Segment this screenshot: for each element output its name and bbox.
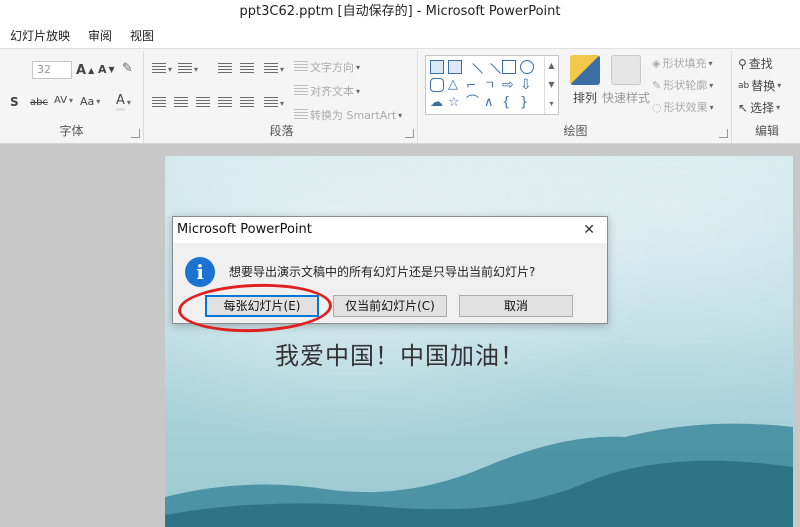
change-case-icon[interactable]: Aa ▾: [80, 95, 100, 108]
dialog-title: Microsoft PowerPoint: [177, 222, 312, 237]
triangle-shape-icon[interactable]: △: [448, 78, 462, 92]
align-text-button[interactable]: 对齐文本 ▾: [294, 83, 360, 99]
effects-icon: ◌: [652, 100, 662, 114]
replace-icon: ab: [738, 80, 750, 91]
font-group: 32 A ▲ A ▼ ✎ S abc AV ▾ Aa ▾ A ▾ 字体: [0, 51, 144, 143]
rounded-rect-shape-icon[interactable]: [430, 78, 444, 92]
rectangle-shape-icon[interactable]: [502, 60, 516, 74]
info-icon: i: [185, 257, 215, 287]
textbox-shape-icon[interactable]: [430, 60, 444, 74]
font-group-label: 字体: [59, 124, 84, 138]
align-right-icon[interactable]: [196, 97, 210, 109]
close-icon[interactable]: ✕: [583, 217, 595, 243]
elbow-connector-shape-icon[interactable]: ⌐: [466, 78, 480, 92]
cursor-icon: ↖: [738, 100, 749, 115]
current-slide-button[interactable]: 仅当前幻灯片(C): [333, 295, 447, 317]
pen-icon: ✎: [652, 78, 662, 92]
increase-indent-icon[interactable]: [240, 63, 254, 75]
bullets-icon[interactable]: ▾: [152, 63, 172, 75]
grow-font-icon[interactable]: A ▲: [76, 63, 94, 78]
arc-shape-icon[interactable]: ⌒: [466, 96, 480, 110]
replace-button[interactable]: ab 替换 ▾: [738, 77, 781, 94]
shapes-gallery[interactable]: △ ⌐ ㄱ ⇨ ⇩ ☁ ☆ ⌒ ∧ { } ▲ ▼ ▾: [425, 55, 559, 115]
export-dialog: Microsoft PowerPoint ✕ i 想要导出演示文稿中的所有幻灯片…: [172, 216, 608, 324]
font-color-icon[interactable]: A ▾: [116, 93, 131, 111]
editing-group-label: 编辑: [754, 124, 779, 138]
slide-editor-area: 我爱中国！中国加油！: [0, 144, 800, 527]
window-title: ppt3C62.pptm [自动保存的] - Microsoft PowerPo…: [0, 0, 800, 24]
vertical-textbox-shape-icon[interactable]: [448, 60, 462, 74]
paragraph-group: ▾ ▾ ▾ 文字方向 ▾ 对齐文本 ▾ 转换为 SmartArt ▾ ▾ 段落: [146, 51, 418, 143]
mountain-background-image: [165, 423, 793, 527]
every-slide-button[interactable]: 每张幻灯片(E): [205, 295, 319, 317]
decrease-indent-icon[interactable]: [218, 63, 232, 75]
paint-bucket-icon: ◈: [652, 56, 661, 70]
strikethrough-icon[interactable]: abc: [30, 97, 48, 108]
menu-review[interactable]: 审阅: [88, 24, 112, 48]
binoculars-icon: ⚲: [738, 56, 747, 71]
select-button[interactable]: ↖ 选择 ▾: [738, 99, 780, 116]
quick-styles-icon: [611, 55, 641, 85]
dialog-title-bar: Microsoft PowerPoint ✕: [173, 217, 607, 243]
slide-canvas[interactable]: 我爱中国！中国加油！: [165, 156, 793, 527]
shape-fill-button[interactable]: ◈ 形状填充 ▾: [652, 55, 712, 71]
elbow-arrow-shape-icon[interactable]: ㄱ: [484, 78, 498, 92]
drawing-dialog-launcher-icon[interactable]: [719, 129, 728, 138]
star-shape-icon[interactable]: ☆: [448, 96, 462, 110]
drawing-group: △ ⌐ ㄱ ⇨ ⇩ ☁ ☆ ⌒ ∧ { } ▲ ▼ ▾ 排列 快速样式 ◈ 形状填充 ▾…: [420, 51, 732, 143]
shape-outline-button[interactable]: ✎ 形状轮廓 ▾: [652, 77, 713, 93]
gallery-scroll-icon[interactable]: ▲ ▼ ▾: [544, 56, 558, 114]
menu-slideshow[interactable]: 幻灯片放映: [10, 24, 70, 48]
columns-icon[interactable]: ▾: [264, 97, 284, 109]
brace-right-shape-icon[interactable]: }: [520, 96, 534, 110]
cloud-shape-icon[interactable]: ☁: [430, 96, 444, 110]
shrink-font-icon[interactable]: A ▼: [98, 63, 115, 76]
find-button[interactable]: ⚲ 查找: [738, 55, 773, 72]
menu-bar: 幻灯片放映 审阅 视图: [0, 24, 800, 48]
editing-group: ⚲ 查找 ab 替换 ▾ ↖ 选择 ▾ 编辑: [734, 51, 800, 143]
text-direction-button[interactable]: 文字方向 ▾: [294, 59, 360, 75]
shadow-icon[interactable]: S: [10, 95, 19, 109]
down-arrow-shape-icon[interactable]: ⇩: [520, 78, 534, 92]
align-left-icon[interactable]: [152, 97, 166, 109]
brace-left-shape-icon[interactable]: {: [502, 96, 516, 110]
align-center-icon[interactable]: [174, 97, 188, 109]
right-arrow-shape-icon[interactable]: ⇨: [502, 78, 516, 92]
drawing-group-label: 绘图: [563, 124, 588, 138]
line-spacing-icon[interactable]: ▾: [264, 63, 284, 75]
font-dialog-launcher-icon[interactable]: [131, 129, 140, 138]
slide-text[interactable]: 我爱中国！中国加油！: [275, 336, 525, 371]
curve-shape-icon[interactable]: ∧: [484, 96, 498, 110]
oval-shape-icon[interactable]: [520, 60, 534, 74]
clear-format-icon[interactable]: ✎: [122, 61, 133, 76]
paragraph-group-label: 段落: [269, 124, 294, 138]
paragraph-dialog-launcher-icon[interactable]: [405, 129, 414, 138]
distributed-icon[interactable]: [240, 97, 254, 109]
char-spacing-icon[interactable]: AV ▾: [54, 95, 73, 106]
dialog-message: 想要导出演示文稿中的所有幻灯片还是只导出当前幻灯片?: [229, 265, 536, 279]
quick-styles-button[interactable]: 快速样式: [596, 55, 656, 115]
shape-effects-button[interactable]: ◌ 形状效果 ▾: [652, 99, 714, 115]
menu-view[interactable]: 视图: [130, 24, 154, 48]
ribbon: 32 A ▲ A ▼ ✎ S abc AV ▾ Aa ▾ A ▾ 字体 ▾ ▾ ▾ 文字方…: [0, 48, 800, 144]
convert-smartart-button[interactable]: 转换为 SmartArt ▾: [294, 107, 402, 123]
numbering-icon[interactable]: ▾: [178, 63, 198, 75]
cancel-button[interactable]: 取消: [459, 295, 573, 317]
justify-icon[interactable]: [218, 97, 232, 109]
font-size-combo[interactable]: 32: [32, 61, 72, 79]
